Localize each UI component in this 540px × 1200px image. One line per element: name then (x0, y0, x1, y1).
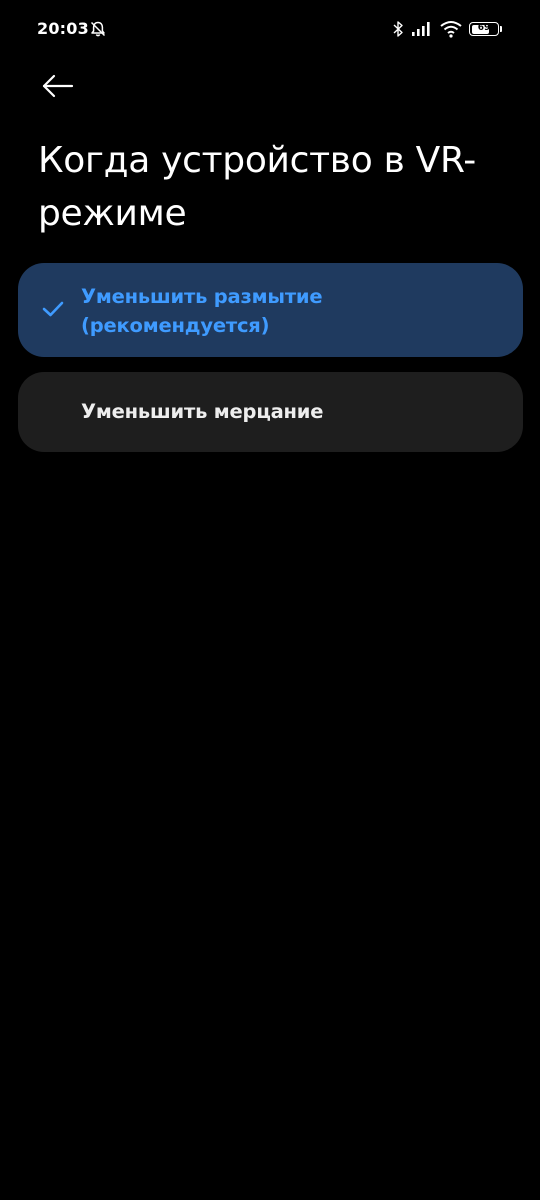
battery-tip (500, 26, 502, 32)
wifi-icon (440, 21, 462, 38)
bluetooth-icon (393, 21, 403, 37)
bell-off-icon (90, 21, 106, 37)
option-reduce-blur[interactable]: Уменьшить размытие (рекомендуется) (18, 263, 523, 357)
option-reduce-flicker[interactable]: Уменьшить мерцание (18, 372, 523, 452)
option-label: Уменьшить размытие (рекомендуется) (81, 285, 323, 337)
option-label: Уменьшить мерцание (81, 400, 324, 423)
status-bar: 20:03 69 (0, 0, 540, 60)
signal-icon (412, 22, 430, 36)
battery-level: 69 (477, 23, 491, 33)
status-time: 20:03 (37, 19, 89, 38)
page-title: Когда устройство в VR-режиме (38, 140, 476, 234)
back-arrow-icon (42, 74, 74, 98)
option-list: Уменьшить размытие (рекомендуется) Умень… (18, 263, 523, 467)
battery-icon: 69 (469, 22, 499, 36)
check-icon (42, 301, 64, 317)
back-button[interactable] (32, 66, 84, 106)
